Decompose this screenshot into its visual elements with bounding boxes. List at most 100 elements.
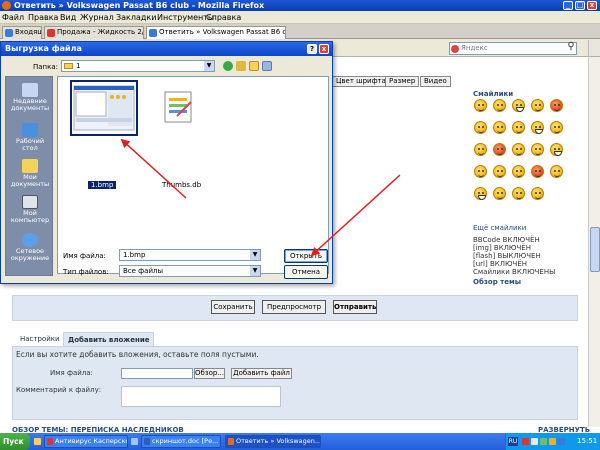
new-folder-icon[interactable] xyxy=(249,61,259,71)
smiley-icon[interactable] xyxy=(474,121,487,134)
smiley-icon[interactable] xyxy=(531,121,544,134)
smiley-icon[interactable] xyxy=(512,121,525,134)
place-network[interactable]: Сетевое окружение xyxy=(8,233,52,262)
search-icon[interactable]: ⚲ xyxy=(565,41,577,53)
dialog-close-button[interactable]: x xyxy=(319,44,329,54)
maximize-button[interactable]: □ xyxy=(575,1,585,10)
preview-button[interactable]: Предпросмотр xyxy=(262,300,326,314)
open-button[interactable]: Открыть xyxy=(284,249,328,263)
smiley-icon[interactable] xyxy=(474,143,487,156)
view-menu-icon[interactable] xyxy=(262,61,272,71)
save-button[interactable]: Сохранить xyxy=(211,300,255,314)
yandex-icon xyxy=(451,45,459,53)
taskbar-task-active[interactable]: Ответить » Volkswagen... xyxy=(225,435,321,448)
filetype-select[interactable]: Все файлы ▼ xyxy=(119,265,261,277)
browser-tab[interactable]: Входящие xyxy=(2,26,42,39)
dialog-titlebar: Выгрузка файла ? x xyxy=(1,42,332,56)
more-smilies-link[interactable]: Ещё смайлики xyxy=(473,224,526,232)
taskbar-task[interactable]: скриншот.doc [Ре... xyxy=(141,435,221,448)
minimize-button[interactable]: _ xyxy=(563,1,573,10)
tray-app-icon[interactable] xyxy=(540,438,547,445)
menu-file[interactable]: Файл xyxy=(2,13,24,22)
my-computer-icon xyxy=(22,195,38,209)
menu-history[interactable]: Журнал xyxy=(80,13,114,22)
recent-documents-icon xyxy=(22,83,38,97)
topic-review-link[interactable]: Обзор темы xyxy=(473,278,521,286)
chevron-down-icon[interactable]: ▼ xyxy=(250,266,260,276)
smiley-icon[interactable] xyxy=(474,165,487,178)
kaspersky-icon xyxy=(47,438,53,445)
smiley-icon[interactable] xyxy=(512,143,525,156)
place-my-documents[interactable]: Мои документы xyxy=(8,159,52,188)
place-desktop[interactable]: Рабочий стол xyxy=(8,123,52,152)
attachment-file-input[interactable] xyxy=(121,368,193,379)
chevron-down-icon[interactable]: ▼ xyxy=(204,61,214,71)
smiley-icon[interactable] xyxy=(531,187,544,200)
page-scrollbar[interactable] xyxy=(588,57,600,427)
filename-input[interactable]: 1.bmp ▼ xyxy=(119,249,261,261)
start-button[interactable]: Пуск xyxy=(0,433,30,450)
smiley-icon[interactable] xyxy=(531,99,544,112)
place-label: Мои документы xyxy=(10,173,50,188)
filetype-value: Все файлы xyxy=(123,267,164,275)
tray-volume-icon[interactable] xyxy=(558,438,565,445)
menu-bookmarks[interactable]: Закладки xyxy=(116,13,156,22)
up-folder-icon[interactable] xyxy=(236,61,246,71)
back-icon[interactable] xyxy=(223,61,233,71)
add-file-button[interactable]: Добавить файл xyxy=(231,368,292,379)
smiley-icon[interactable] xyxy=(550,165,563,178)
filename-label: Имя файла: xyxy=(63,252,106,260)
tab-options[interactable]: Настройки xyxy=(16,332,64,346)
tray-app-icon[interactable] xyxy=(549,438,556,445)
font-size-button[interactable]: Размер xyxy=(385,76,420,87)
smiley-icon[interactable] xyxy=(512,99,525,112)
attachment-comment-input[interactable] xyxy=(121,386,281,407)
taskbar-task[interactable]: Антивирус Касперского... xyxy=(44,435,128,448)
tray-antivirus-icon[interactable] xyxy=(522,438,529,445)
tab-add-attachment[interactable]: Добавить вложение xyxy=(63,332,155,346)
smiley-icon[interactable] xyxy=(512,187,525,200)
scrollbar-thumb[interactable] xyxy=(590,227,600,272)
taskbar-task-label: Ответить » Volkswagen... xyxy=(236,437,321,445)
smiley-icon[interactable] xyxy=(550,121,563,134)
smiley-icon[interactable] xyxy=(493,165,506,178)
smiley-icon[interactable] xyxy=(531,143,544,156)
place-recent[interactable]: Недавние документы xyxy=(8,83,52,112)
quick-launch-icon[interactable] xyxy=(34,438,41,445)
file-thumbnail[interactable] xyxy=(147,80,215,136)
smiley-icon[interactable] xyxy=(550,143,563,156)
smiley-icon[interactable] xyxy=(493,187,506,200)
smiley-icon[interactable] xyxy=(493,143,506,156)
language-indicator[interactable]: RU xyxy=(508,437,518,446)
smiley-icon[interactable] xyxy=(493,121,506,134)
video-button[interactable]: Видео xyxy=(420,76,451,87)
menu-edit[interactable]: Правка xyxy=(28,13,58,22)
smiley-icon[interactable] xyxy=(474,187,487,200)
close-button[interactable]: x xyxy=(587,1,597,10)
file-thumbnail-selected[interactable] xyxy=(70,80,138,136)
browser-tab-active[interactable]: Ответить » Volkswagen Passat B6 club xyxy=(146,26,286,40)
lookin-select[interactable]: 1 ▼ xyxy=(61,60,215,72)
browse-button[interactable]: Обзор... xyxy=(194,368,225,379)
cancel-button[interactable]: Отмена xyxy=(284,265,328,279)
smiley-icon[interactable] xyxy=(474,99,487,112)
menu-help[interactable]: Справка xyxy=(206,13,241,22)
firefox-icon xyxy=(2,1,11,10)
smiley-icon[interactable] xyxy=(550,99,563,112)
menu-view[interactable]: Вид xyxy=(60,13,76,22)
file-name-selected[interactable]: 1.bmp xyxy=(88,181,117,189)
browser-tab[interactable]: Продажа - Жидкость 2/3 для... xyxy=(44,26,144,39)
submit-button[interactable]: Отправить xyxy=(333,300,377,314)
place-my-computer[interactable]: Мой компьютер xyxy=(8,195,52,224)
tray-network-icon[interactable] xyxy=(531,438,538,445)
dialog-help-button[interactable]: ? xyxy=(307,44,317,54)
smiley-icon[interactable] xyxy=(512,165,525,178)
attachment-filename-label: Имя файла: xyxy=(50,369,93,377)
search-input[interactable]: Яндекс xyxy=(449,42,577,55)
file-name[interactable]: Thumbs.db xyxy=(162,181,201,189)
chevron-down-icon[interactable]: ▼ xyxy=(250,250,260,260)
smiley-icon[interactable] xyxy=(531,165,544,178)
quick-launch-icon[interactable] xyxy=(131,438,138,445)
smiley-icon[interactable] xyxy=(493,99,506,112)
font-color-button[interactable]: Цвет шрифта xyxy=(332,76,390,87)
